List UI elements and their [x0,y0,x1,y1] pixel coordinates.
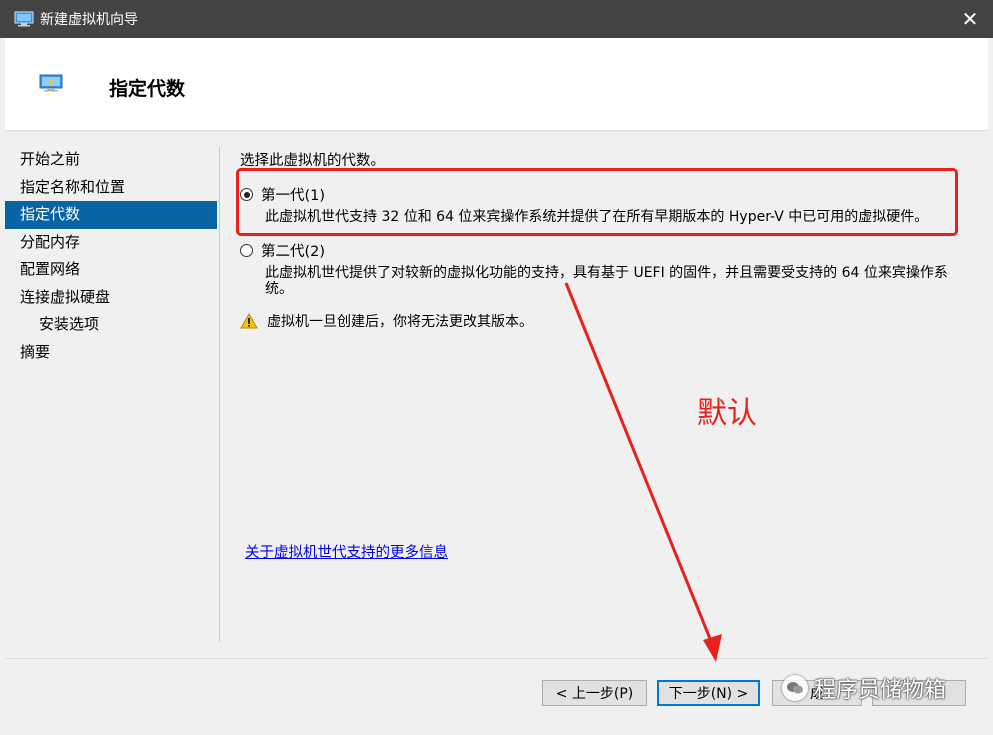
watermark: 程序员储物箱 [782,672,946,704]
nav-item-name-location[interactable]: 指定名称和位置 [5,174,217,202]
virtual-machine-icon [39,74,63,92]
footer-divider [5,658,988,659]
gen2-option[interactable]: 第二代(2) [240,240,325,261]
watermark-text: 程序员储物箱 [814,678,947,703]
gen2-description: 此虚拟机世代提供了对较新的虚拟化功能的支持，具有基于 UEFI 的固件，并且需要… [265,265,948,297]
more-info-link[interactable]: 关于虚拟机世代支持的更多信息 [245,541,448,562]
close-icon: ✕ [961,7,979,31]
warning-icon [240,313,258,329]
nav-divider [219,147,220,642]
annotation-default-label: 默认 [697,396,757,431]
nav-item-memory[interactable]: 分配内存 [5,229,217,257]
hyper-v-app-icon [14,11,34,27]
previous-button[interactable]: < 上一步(P) [542,680,647,706]
wechat-icon [782,675,808,701]
warning-row: 虚拟机一旦创建后，你将无法更改其版本。 [240,311,533,331]
next-button[interactable]: 下一步(N) > [657,680,760,706]
generation-prompt: 选择此虚拟机的代数。 [240,153,385,169]
annotation-highlight-box [236,168,958,236]
nav-item-generation[interactable]: 指定代数 [5,201,217,229]
nav-item-summary[interactable]: 摘要 [5,339,217,367]
close-button[interactable]: ✕ [947,0,993,38]
title-bar[interactable]: 新建虚拟机向导 ✕ [0,0,993,38]
nav-item-network[interactable]: 配置网络 [5,256,217,284]
warning-text: 虚拟机一旦创建后，你将无法更改其版本。 [267,314,533,330]
window-title: 新建虚拟机向导 [40,12,138,28]
page-title: 指定代数 [109,78,186,100]
gen2-label[interactable]: 第二代(2) [261,240,325,261]
wizard-header: 指定代数 [5,38,988,131]
wizard-nav: 开始之前 指定名称和位置 指定代数 分配内存 配置网络 连接虚拟硬盘 安装选项 … [5,146,217,366]
gen2-radio[interactable] [240,244,253,257]
nav-item-virtual-disk[interactable]: 连接虚拟硬盘 [5,284,217,312]
nav-item-install-options[interactable]: 安装选项 [5,311,217,339]
nav-item-before-you-begin[interactable]: 开始之前 [5,146,217,174]
wizard-window: 新建虚拟机向导 ✕ 指定代数 开始之前 指定名称和位置 指定代数 分配内存 配置… [0,0,993,735]
